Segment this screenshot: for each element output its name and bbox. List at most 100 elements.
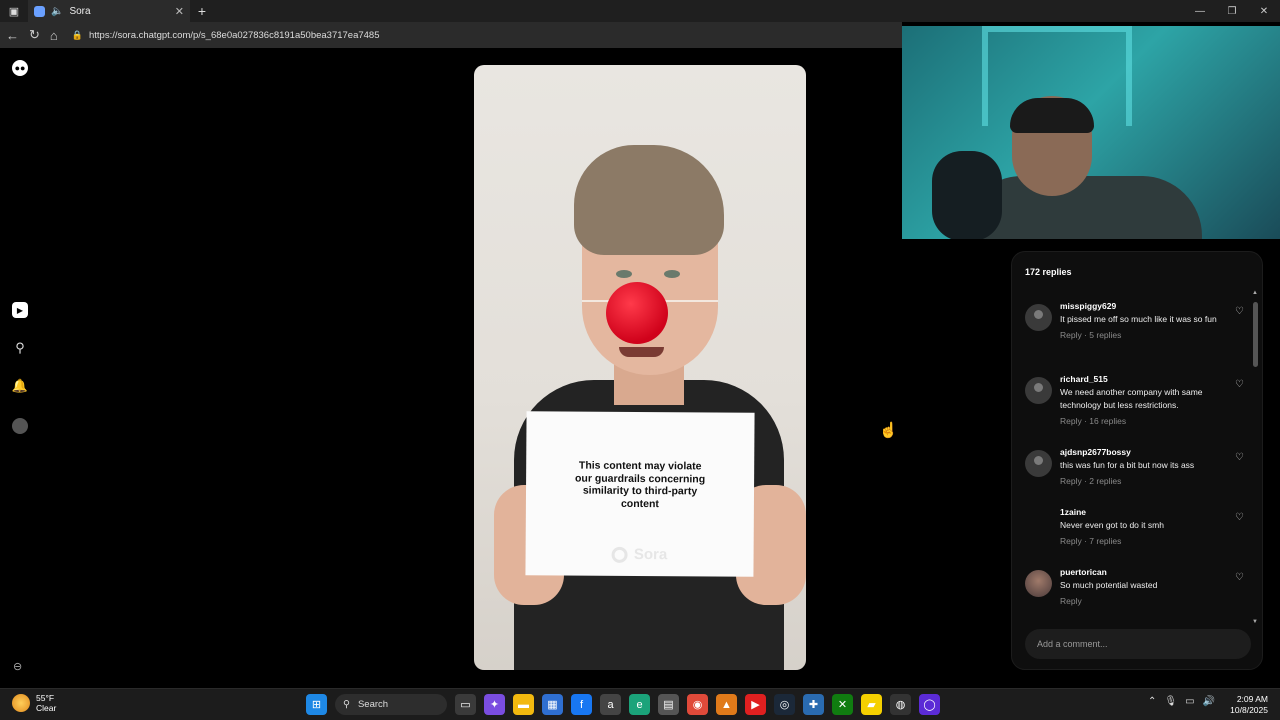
xbox-icon[interactable]: ✕ [832, 694, 853, 715]
network-icon[interactable]: ▭ [1185, 696, 1194, 707]
sora-favicon-icon [34, 5, 45, 17]
comment-item: misspiggy629 It pissed me off so much li… [1012, 301, 1256, 370]
taskbar-clock[interactable]: 2:09 AM 10/8/2025 [1230, 694, 1268, 716]
comment-list[interactable]: misspiggy629 It pissed me off so much li… [1012, 297, 1256, 622]
hand-cursor-icon: ☝ [879, 422, 898, 439]
task-view-icon[interactable]: ▭ [455, 694, 476, 715]
close-window-button[interactable]: ✕ [1248, 0, 1280, 22]
refresh-icon[interactable]: ↻ [29, 27, 40, 43]
comment-reply-link[interactable]: Reply · 16 replies [1060, 416, 1256, 426]
chrome-icon[interactable]: ◉ [687, 694, 708, 715]
start-windows-icon[interactable]: ⊞ [306, 694, 327, 715]
comment-item: 1zaine Never even got to do it smh Reply… [1012, 507, 1256, 563]
speaker-icon[interactable]: 🔈 [51, 6, 63, 17]
vlc-icon[interactable]: ▲ [716, 694, 737, 715]
lock-icon: 🔒 [71, 29, 83, 40]
scroll-down-icon[interactable]: ▼ [1252, 619, 1258, 625]
new-tab-button[interactable]: + [190, 3, 214, 19]
amazon-icon[interactable]: a [600, 694, 621, 715]
comment-text: Never even got to do it smh [1060, 520, 1164, 530]
sora-watermark: Sora [611, 545, 668, 564]
video-figure-hair [574, 145, 724, 255]
heart-outline-icon[interactable]: ♡ [1235, 306, 1244, 317]
scroll-up-icon[interactable]: ▲ [1252, 290, 1258, 296]
minimize-button[interactable]: — [1184, 0, 1216, 22]
heart-outline-icon[interactable]: ♡ [1235, 512, 1244, 523]
tab-sora[interactable]: 🔈 Sora ✕ [28, 0, 190, 22]
obs-icon[interactable]: ◍ [890, 694, 911, 715]
comment-username[interactable]: misspiggy629 [1060, 301, 1256, 311]
tab-actions-icon[interactable]: ▣ [0, 0, 28, 22]
url-text: https://sora.chatgpt.com/p/s_68e0a027836… [88, 29, 380, 41]
back-icon[interactable]: ← [6, 28, 19, 43]
guardrail-notice-card: This content may violate our guardrails … [525, 411, 755, 577]
comment-reply-link[interactable]: Reply · 7 replies [1060, 536, 1256, 546]
steam-icon[interactable]: ◎ [774, 694, 795, 715]
taskbar-search[interactable]: ⚲ Search [335, 694, 447, 715]
notifications-icon[interactable]: 🔔 [12, 378, 28, 394]
sora-logo-icon[interactable]: ●● [12, 60, 28, 76]
volume-icon[interactable]: 🔊 [1203, 696, 1215, 707]
weather-widget[interactable]: 55°F Clear [12, 693, 56, 713]
comment-text: So much potential wasted [1060, 580, 1158, 590]
comment-username[interactable]: richard_515 [1060, 374, 1256, 384]
file-explorer-icon[interactable]: ▬ [513, 694, 534, 715]
comment-input[interactable]: Add a comment... [1025, 629, 1251, 659]
guardrail-notice-text: This content may violate our guardrails … [575, 459, 706, 510]
video-player[interactable]: This content may violate our guardrails … [474, 65, 806, 670]
video-figure-eye [616, 270, 632, 278]
heart-outline-icon[interactable]: ♡ [1235, 572, 1244, 583]
clock-time: 2:09 AM [1236, 694, 1268, 704]
tab-title: Sora [69, 5, 91, 17]
microphone-icon[interactable]: 🎙 [1164, 696, 1177, 707]
user-avatar-icon[interactable] [1025, 304, 1052, 331]
profile-avatar-icon[interactable] [12, 418, 28, 434]
close-tab-icon[interactable]: ✕ [175, 5, 184, 18]
scrollbar-thumb[interactable] [1253, 302, 1258, 367]
comment-item: puertorican So much potential wasted Rep… [1012, 567, 1256, 622]
restore-button[interactable]: ❐ [1216, 0, 1248, 22]
youtube-icon[interactable]: ▶ [745, 694, 766, 715]
webcam-overlay [902, 26, 1280, 239]
facebook-icon[interactable]: f [571, 694, 592, 715]
comment-username[interactable]: ajdsnp2677bossy [1060, 447, 1256, 457]
comment-reply-link[interactable]: Reply · 2 replies [1060, 476, 1256, 486]
windows-taskbar: 55°F Clear ⊞ ⚲ Search ▭ ✦ ▬ ▦ f a e ▤ ◉ … [0, 688, 1280, 720]
store-icon[interactable]: ▦ [542, 694, 563, 715]
chevron-up-icon[interactable]: ⌃ [1148, 696, 1156, 707]
comment-text: It pissed me off so much like it was so … [1060, 314, 1217, 324]
comment-text: this was fun for a bit but now its ass [1060, 460, 1195, 470]
user-avatar-icon[interactable] [1025, 570, 1052, 597]
calculator-icon[interactable]: ▤ [658, 694, 679, 715]
edge-icon[interactable]: e [629, 694, 650, 715]
user-avatar-icon[interactable] [1025, 377, 1052, 404]
app-icon[interactable]: ✚ [803, 694, 824, 715]
settings-icon[interactable]: ⊖ [13, 660, 22, 673]
home-icon[interactable]: ▶ [12, 302, 28, 318]
webcam-microphone [932, 151, 1002, 239]
comment-reply-link[interactable]: Reply · 5 replies [1060, 330, 1256, 340]
assistant-icon[interactable]: ◯ [919, 694, 940, 715]
weather-desc: Clear [36, 703, 57, 713]
user-avatar-icon[interactable] [1025, 450, 1052, 477]
comment-item: ajdsnp2677bossy this was fun for a bit b… [1012, 447, 1256, 503]
clown-nose [606, 282, 668, 344]
heart-outline-icon[interactable]: ♡ [1235, 379, 1244, 390]
address-bar: ← ↻ ⌂ 🔒 https://sora.chatgpt.com/p/s_68e… [0, 22, 902, 48]
copilot-icon[interactable]: ✦ [484, 694, 505, 715]
comments-scrollbar[interactable]: ▲ ▼ [1252, 290, 1258, 625]
comment-username[interactable]: 1zaine [1060, 507, 1256, 517]
comment-reply-link[interactable]: Reply [1060, 596, 1256, 606]
taskbar-apps: ⊞ ⚲ Search ▭ ✦ ▬ ▦ f a e ▤ ◉ ▲ ▶ ◎ ✚ ✕ ▰… [306, 694, 940, 715]
sticky-notes-icon[interactable]: ▰ [861, 694, 882, 715]
search-icon[interactable]: ⚲ [12, 340, 28, 356]
comment-text: We need another company with same techno… [1060, 387, 1203, 410]
weather-temp: 55°F [36, 693, 55, 703]
weather-icon [12, 694, 30, 712]
comments-panel: 172 replies misspiggy629 It pissed me of… [1011, 251, 1263, 670]
sora-watermark-text: Sora [633, 545, 668, 564]
url-field[interactable]: 🔒 https://sora.chatgpt.com/p/s_68e0a0278… [72, 30, 380, 41]
heart-outline-icon[interactable]: ♡ [1235, 452, 1244, 463]
comment-username[interactable]: puertorican [1060, 567, 1256, 577]
home-nav-icon[interactable]: ⌂ [50, 28, 58, 43]
